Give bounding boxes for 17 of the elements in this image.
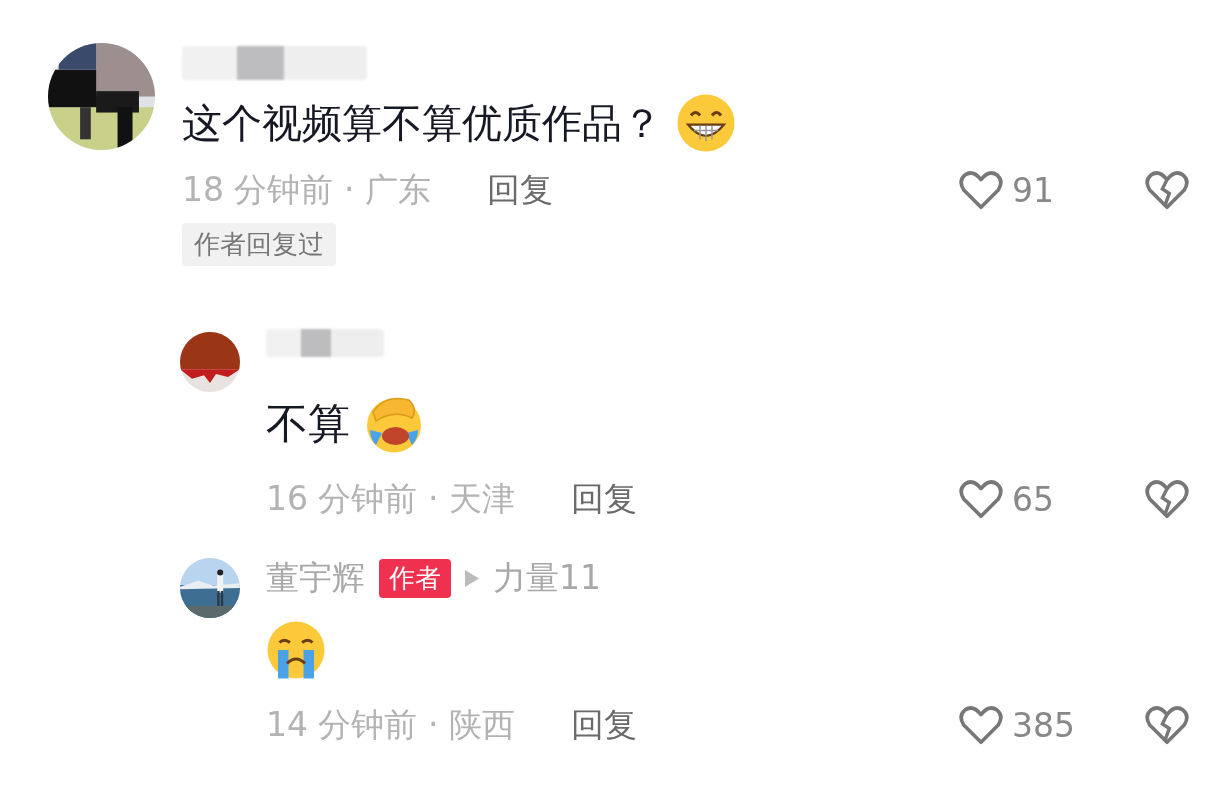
author-badge: 作者 — [379, 558, 451, 598]
comment-text: 不算 — [266, 398, 350, 450]
emoji-icon — [676, 93, 736, 153]
like-count: 91 — [1012, 170, 1054, 210]
reply-link[interactable]: 回复 — [486, 167, 553, 213]
reply-link[interactable]: 回复 — [570, 702, 637, 748]
emoji-icon — [266, 620, 326, 680]
time-location: 18 分钟前 · 广东 — [182, 168, 431, 211]
author-replied-tag: 作者回复过 — [182, 223, 336, 266]
time-location: 16 分钟前 · 天津 — [266, 477, 515, 520]
reply-link[interactable]: 回复 — [570, 476, 637, 522]
time-location: 14 分钟前 · 陕西 — [266, 703, 515, 746]
like-count: 65 — [1012, 479, 1054, 519]
play-icon — [465, 569, 479, 587]
like-count: 385 — [1012, 705, 1075, 745]
comment-text: 这个视频算不算优质作品？ — [182, 98, 662, 148]
level-label: 力量11 — [493, 556, 601, 599]
